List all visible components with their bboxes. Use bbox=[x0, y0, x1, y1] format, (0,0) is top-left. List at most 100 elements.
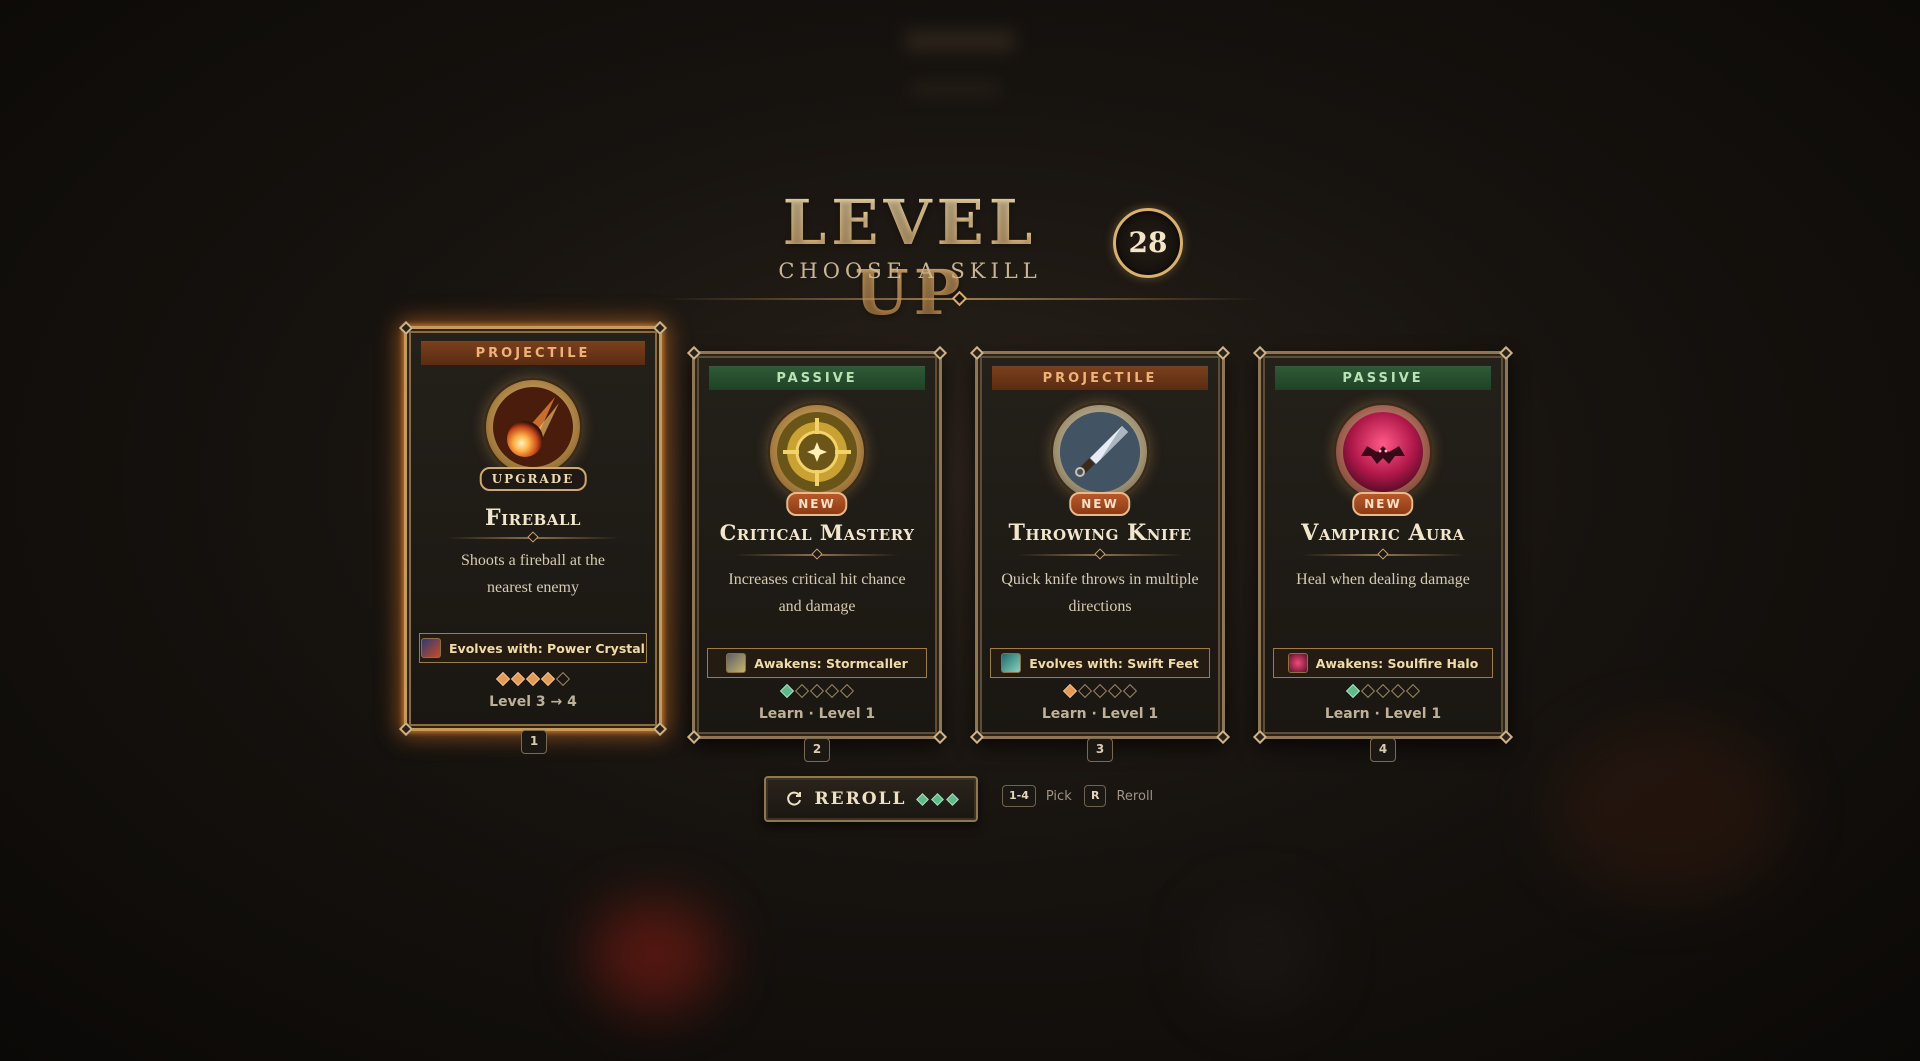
stormcaller-icon bbox=[726, 653, 747, 673]
refresh-icon bbox=[786, 791, 801, 806]
level-pip-empty bbox=[794, 683, 810, 699]
skill-icon-frame bbox=[1333, 402, 1433, 502]
level-pip-filled bbox=[525, 671, 541, 687]
card-corner bbox=[1252, 345, 1268, 361]
card-corner bbox=[969, 729, 985, 745]
name-divider-diamond bbox=[811, 548, 823, 560]
reroll-button[interactable]: REROLL bbox=[764, 776, 978, 822]
level-pip-empty bbox=[824, 683, 840, 699]
page-subtitle: CHOOSE A SKILL bbox=[778, 259, 1042, 283]
skill-status-tag: NEW bbox=[1069, 492, 1131, 516]
level-pip-empty bbox=[1077, 683, 1093, 699]
skill-level-text: Learn · Level 1 bbox=[758, 706, 876, 722]
skill-icon-frame bbox=[1050, 402, 1150, 502]
level-pip-empty bbox=[1375, 683, 1391, 699]
card-category-ribbon: PASSIVE bbox=[709, 366, 925, 390]
background-red-orb bbox=[590, 900, 720, 1010]
skill-card-vampiric-aura[interactable]: PASSIVE NEW Vampiric Aura Heal when deal… bbox=[1252, 345, 1514, 745]
skill-description: Shoots a fireball at the nearest enemy bbox=[461, 552, 605, 596]
evolve-text: Awakens: Soulfire Halo bbox=[1315, 655, 1479, 671]
card-category-ribbon: PROJECTILE bbox=[992, 366, 1208, 390]
skill-level-pips bbox=[407, 671, 659, 687]
card-hotkey-3: 3 bbox=[1087, 738, 1113, 762]
skill-name: Critical Mastery bbox=[719, 520, 915, 545]
bat-icon bbox=[1343, 412, 1423, 492]
player-level-badge: 28 bbox=[1113, 208, 1183, 278]
card-corner bbox=[398, 721, 414, 737]
evolve-info: Awakens: Stormcaller bbox=[707, 648, 927, 678]
crosshair-icon bbox=[777, 412, 857, 492]
evolve-info: Evolves with: Power Crystal bbox=[419, 633, 647, 663]
level-pip-filled bbox=[510, 671, 526, 687]
skill-level-pips bbox=[978, 683, 1222, 699]
skill-description: Increases critical hit chance and damage bbox=[728, 571, 906, 615]
card-hotkey-4: 4 bbox=[1370, 738, 1396, 762]
card-hotkey-1: 1 bbox=[521, 730, 547, 754]
pick-keycap: 1-4 bbox=[1002, 785, 1036, 807]
reroll-charge-pip bbox=[946, 792, 960, 806]
level-pip-empty bbox=[1092, 683, 1108, 699]
card-corner bbox=[686, 345, 702, 361]
level-pip-filled bbox=[540, 671, 556, 687]
pick-hint: 1-4 Pick bbox=[1002, 785, 1072, 807]
level-pip-filled bbox=[495, 671, 511, 687]
background-dark-orb bbox=[1200, 900, 1320, 1010]
skill-description: Heal when dealing damage bbox=[1296, 571, 1470, 588]
level-pip-empty bbox=[1390, 683, 1406, 699]
skill-card-critical-mastery[interactable]: PASSIVE NEW Critical Mastery Increases c… bbox=[686, 345, 948, 745]
level-pip-empty bbox=[1360, 683, 1376, 699]
card-hotkey-2: 2 bbox=[804, 738, 830, 762]
card-corner bbox=[652, 721, 668, 737]
skill-card-throwing-knife[interactable]: PROJECTILE NEW Throwing Knife Quick knif… bbox=[969, 345, 1231, 745]
level-pip-empty bbox=[1405, 683, 1421, 699]
skill-card-fireball[interactable]: PROJECTILE UPGRADE Fireball Shoots a fir… bbox=[398, 320, 668, 737]
name-divider-diamond bbox=[1094, 548, 1106, 560]
card-category-ribbon: PROJECTILE bbox=[421, 341, 645, 365]
skill-level-text: Level 3 → 4 bbox=[489, 694, 577, 710]
reroll-charge-pip bbox=[931, 792, 945, 806]
name-divider-diamond bbox=[527, 531, 539, 543]
level-pip-empty bbox=[809, 683, 825, 699]
card-corner bbox=[1498, 345, 1514, 361]
level-pip-filled bbox=[1062, 683, 1078, 699]
knife-icon bbox=[1060, 412, 1140, 492]
level-pip-empty bbox=[1107, 683, 1123, 699]
skill-name: Vampiric Aura bbox=[1301, 520, 1465, 546]
card-corner bbox=[932, 729, 948, 745]
power-crystal-icon bbox=[421, 638, 442, 658]
level-pip-empty bbox=[555, 671, 571, 687]
evolve-info: Awakens: Soulfire Halo bbox=[1273, 648, 1493, 678]
card-corner bbox=[686, 729, 702, 745]
card-corner bbox=[1215, 345, 1231, 361]
reroll-hint-label: Reroll bbox=[1116, 788, 1154, 804]
skill-description: Quick knife throws in multiple direction… bbox=[1001, 571, 1199, 615]
skill-icon-frame bbox=[483, 377, 583, 477]
skill-level-pips bbox=[695, 683, 939, 699]
soulfire-halo-icon bbox=[1287, 653, 1308, 673]
card-corner bbox=[1215, 729, 1231, 745]
background-hud-title bbox=[905, 30, 1015, 52]
level-pip-empty bbox=[839, 683, 855, 699]
reroll-charges bbox=[916, 792, 960, 806]
skill-level-text: Learn · Level 1 bbox=[1041, 706, 1159, 722]
skill-status-tag: NEW bbox=[786, 492, 848, 516]
card-corner bbox=[652, 320, 668, 336]
pick-hint-label: Pick bbox=[1045, 788, 1072, 804]
skill-name: Fireball bbox=[485, 505, 581, 531]
skill-status-tag: NEW bbox=[1352, 492, 1414, 516]
level-pip-empty bbox=[1122, 683, 1138, 699]
evolve-info: Evolves with: Swift Feet bbox=[990, 648, 1210, 678]
level-pip-filled bbox=[1345, 683, 1361, 699]
reroll-label: REROLL bbox=[814, 789, 907, 809]
name-divider-diamond bbox=[1377, 548, 1389, 560]
background-ember bbox=[1550, 720, 1790, 900]
skill-level-pips bbox=[1261, 683, 1505, 699]
skill-icon-frame bbox=[767, 402, 867, 502]
fireball-icon bbox=[493, 387, 573, 467]
skill-name: Throwing Knife bbox=[1008, 520, 1192, 546]
swift-feet-icon bbox=[1001, 653, 1022, 673]
skill-status-tag: UPGRADE bbox=[479, 467, 587, 491]
card-corner bbox=[932, 345, 948, 361]
background-hud-subtitle bbox=[910, 82, 1000, 96]
reroll-hint: R Reroll bbox=[1084, 785, 1153, 807]
